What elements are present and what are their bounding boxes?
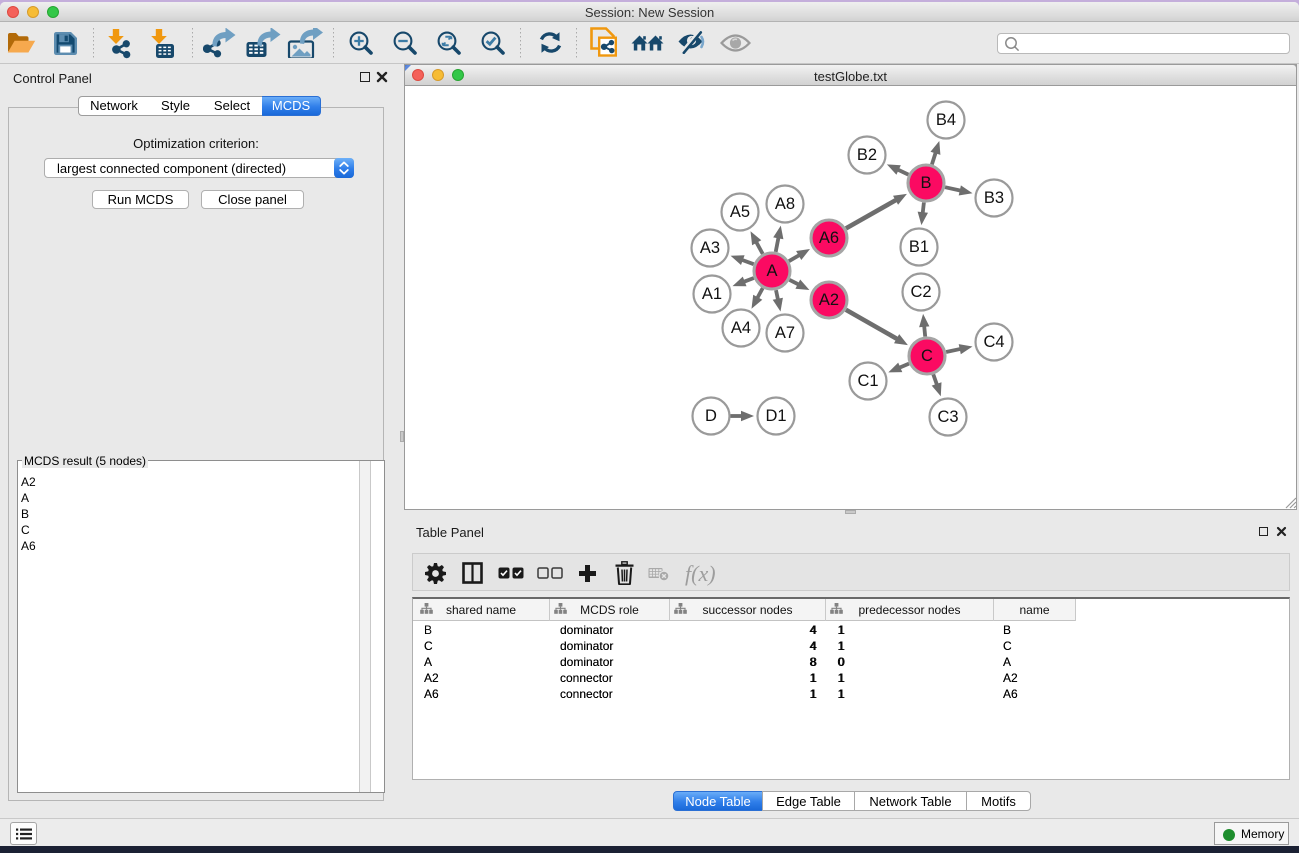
svg-text:C2: C2	[910, 283, 931, 301]
svg-text:C4: C4	[983, 333, 1004, 351]
svg-text:B1: B1	[909, 238, 929, 256]
svg-text:B: B	[920, 174, 931, 192]
svg-text:C: C	[921, 347, 933, 365]
svg-text:B2: B2	[857, 146, 877, 164]
svg-text:A8: A8	[775, 195, 795, 213]
svg-text:B4: B4	[936, 111, 956, 129]
svg-text:A2: A2	[819, 291, 839, 309]
svg-text:C1: C1	[857, 372, 878, 390]
svg-text:D: D	[705, 407, 717, 425]
svg-text:A4: A4	[731, 319, 751, 337]
svg-text:C3: C3	[937, 408, 958, 426]
svg-text:A1: A1	[702, 285, 722, 303]
svg-text:A7: A7	[775, 324, 795, 342]
svg-text:A5: A5	[730, 203, 750, 221]
svg-text:A3: A3	[700, 239, 720, 257]
svg-text:D1: D1	[765, 407, 786, 425]
svg-text:B3: B3	[984, 189, 1004, 207]
svg-text:A: A	[766, 262, 777, 280]
svg-text:A6: A6	[819, 229, 839, 247]
